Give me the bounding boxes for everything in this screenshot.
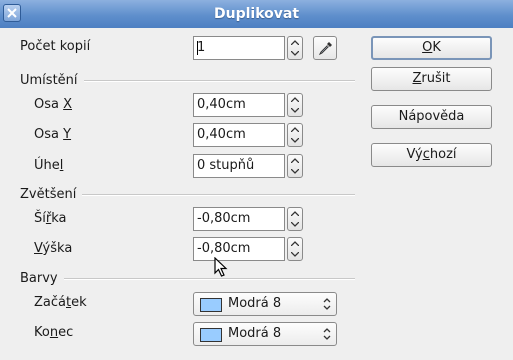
text-caret	[197, 41, 198, 55]
title-bar[interactable]: Duplikovat	[0, 0, 513, 28]
placement-heading: Umístění	[20, 73, 78, 88]
chevron-up-icon	[291, 241, 299, 246]
spin-down-button[interactable]	[288, 135, 302, 146]
y-axis-field[interactable]: 0,40cm	[193, 123, 285, 147]
mouse-pointer-icon	[214, 257, 228, 277]
placement-separator	[84, 80, 355, 82]
copies-spinbox[interactable]: 1	[193, 36, 303, 60]
updown-chevron-icon	[323, 328, 331, 340]
color-swatch	[200, 298, 222, 312]
width-spinbox[interactable]: -0,80cm	[193, 207, 303, 231]
width-label: Šířka	[34, 211, 67, 226]
chevron-down-icon	[291, 222, 299, 227]
duplicate-dialog: Duplikovat Počet kopií 1 Umístění Osa X …	[0, 0, 513, 360]
chevron-up-icon	[291, 158, 299, 163]
help-button[interactable]: Nápověda	[371, 105, 492, 129]
x-axis-spin-buttons[interactable]	[287, 93, 303, 117]
x-axis-field[interactable]: 0,40cm	[193, 93, 285, 117]
spin-down-button[interactable]	[288, 219, 302, 230]
chevron-down-icon	[291, 169, 299, 174]
chevron-down-icon	[291, 108, 299, 113]
updown-chevron-icon	[323, 298, 331, 310]
ok-button[interactable]: OK	[371, 36, 492, 60]
width-spin-buttons[interactable]	[287, 207, 303, 231]
height-spin-buttons[interactable]	[287, 237, 303, 261]
chevron-down-icon	[291, 51, 299, 56]
cancel-button[interactable]: Zrušit	[371, 67, 492, 91]
color-swatch	[200, 328, 222, 342]
angle-spin-buttons[interactable]	[287, 154, 303, 178]
values-from-selection-button[interactable]	[313, 36, 337, 60]
y-axis-spinbox[interactable]: 0,40cm	[193, 123, 303, 147]
y-axis-spin-buttons[interactable]	[287, 123, 303, 147]
chevron-up-icon	[291, 211, 299, 216]
end-color-value: Modrá 8	[228, 326, 282, 341]
chevron-up-icon	[291, 40, 299, 45]
colors-heading: Barvy	[20, 271, 58, 286]
spin-up-button[interactable]	[288, 208, 302, 219]
start-color-select[interactable]: Modrá 8	[193, 292, 337, 316]
spin-down-button[interactable]	[288, 48, 302, 59]
end-color-label: Konec	[34, 325, 74, 340]
spin-up-button[interactable]	[288, 238, 302, 249]
chevron-up-icon	[291, 97, 299, 102]
spin-down-button[interactable]	[288, 166, 302, 177]
width-field[interactable]: -0,80cm	[193, 207, 285, 231]
spin-up-button[interactable]	[288, 37, 302, 48]
angle-label: Úhel	[34, 158, 64, 173]
spin-down-button[interactable]	[288, 105, 302, 116]
height-label: Výška	[34, 241, 73, 256]
x-axis-label: Osa X	[34, 97, 73, 112]
y-axis-label: Osa Y	[34, 127, 72, 142]
eyedropper-icon	[318, 42, 332, 56]
height-spinbox[interactable]: -0,80cm	[193, 237, 303, 261]
chevron-down-icon	[291, 138, 299, 143]
end-color-select[interactable]: Modrá 8	[193, 322, 337, 346]
copies-label: Počet kopií	[20, 39, 91, 54]
colors-separator	[64, 278, 355, 280]
chevron-up-icon	[291, 127, 299, 132]
start-color-label: Začátek	[34, 295, 87, 310]
start-color-value: Modrá 8	[228, 296, 282, 311]
copies-field[interactable]: 1	[193, 36, 285, 60]
copies-spin-buttons[interactable]	[287, 36, 303, 60]
spin-up-button[interactable]	[288, 94, 302, 105]
x-axis-spinbox[interactable]: 0,40cm	[193, 93, 303, 117]
spin-down-button[interactable]	[288, 249, 302, 260]
default-button[interactable]: Výchozí	[371, 143, 492, 167]
angle-spinbox[interactable]: 0 stupňů	[193, 154, 303, 178]
enlargement-separator	[82, 194, 355, 196]
enlargement-heading: Zvětšení	[20, 187, 77, 202]
spin-up-button[interactable]	[288, 124, 302, 135]
window-title: Duplikovat	[213, 6, 300, 22]
height-field[interactable]: -0,80cm	[193, 237, 285, 261]
angle-field[interactable]: 0 stupňů	[193, 154, 285, 178]
spin-up-button[interactable]	[288, 155, 302, 166]
chevron-down-icon	[291, 252, 299, 257]
